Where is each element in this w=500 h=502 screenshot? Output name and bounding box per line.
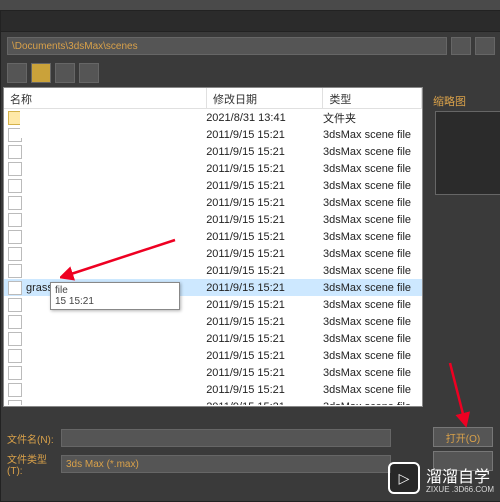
- file-date: 2011/9/15 15:21: [206, 299, 323, 311]
- file-date: 2011/9/15 15:21: [206, 401, 323, 406]
- path-go-button[interactable]: [475, 37, 495, 55]
- column-header-type[interactable]: 类型: [323, 88, 422, 108]
- file-type: 3dsMax scene file: [323, 180, 422, 192]
- file-type: 3dsMax scene file: [323, 367, 422, 379]
- file-type: 3dsMax scene file: [323, 248, 422, 260]
- file-date: 2011/9/15 15:21: [206, 248, 323, 260]
- file-icon: [8, 332, 22, 346]
- file-icon: [8, 400, 22, 406]
- file-date: 2011/9/15 15:21: [206, 214, 323, 226]
- file-date: 2011/9/15 15:21: [206, 146, 323, 158]
- file-type: 3dsMax scene file: [323, 146, 422, 158]
- file-icon: [8, 213, 22, 227]
- file-type: 3dsMax scene file: [323, 197, 422, 209]
- file-date: 2021/8/31 13:41: [206, 112, 323, 124]
- thumbnail-box: [435, 111, 500, 195]
- file-date: 2011/9/15 15:21: [206, 350, 323, 362]
- file-date: 2011/9/15 15:21: [206, 163, 323, 175]
- column-header-name[interactable]: 名称: [4, 88, 207, 108]
- file-date: 2011/9/15 15:21: [206, 316, 323, 328]
- watermark-url: ZIXUE .3D66.COM: [426, 485, 494, 494]
- file-date: 2011/9/15 15:21: [206, 197, 323, 209]
- watermark: ▷ 溜溜自学 ZIXUE .3D66.COM: [388, 462, 494, 494]
- file-icon: [8, 383, 22, 397]
- file-icon: [8, 162, 22, 176]
- file-type: 3dsMax scene file: [323, 401, 422, 406]
- file-icon: [8, 349, 22, 363]
- filename-input[interactable]: [61, 429, 391, 447]
- file-icon: [8, 145, 22, 159]
- file-type: 3dsMax scene file: [323, 316, 422, 328]
- file-date: 2011/9/15 15:21: [206, 231, 323, 243]
- title-bar: [1, 11, 500, 32]
- annotation-arrow: [440, 358, 480, 428]
- file-date: 2011/9/15 15:21: [206, 282, 323, 294]
- file-type: 3dsMax scene file: [323, 231, 422, 243]
- file-icon: [8, 264, 22, 278]
- tooltip-line: 15 15:21: [55, 296, 175, 307]
- watermark-brand: 溜溜自学: [426, 463, 494, 487]
- file-icon: [8, 196, 22, 210]
- file-date: 2011/9/15 15:21: [206, 180, 323, 192]
- file-type: 3dsMax scene file: [323, 214, 422, 226]
- folder-up-icon[interactable]: [31, 63, 51, 83]
- column-header-date[interactable]: 修改日期: [207, 88, 323, 108]
- file-type: 3dsMax scene file: [323, 333, 422, 345]
- file-tooltip: file 15 15:21: [50, 282, 180, 310]
- file-type: 文件夹: [323, 110, 422, 126]
- file-type: 3dsMax scene file: [323, 299, 422, 311]
- play-icon: ▷: [388, 462, 420, 494]
- file-icon: [8, 179, 22, 193]
- path-dropdown-button[interactable]: [451, 37, 471, 55]
- file-icon: [8, 230, 22, 244]
- file-date: 2011/9/15 15:21: [206, 129, 323, 141]
- file-type: 3dsMax scene file: [323, 384, 422, 396]
- filetype-select[interactable]: [61, 455, 391, 473]
- file-icon: [8, 298, 22, 312]
- tooltip-line: file: [55, 285, 175, 296]
- file-type: 3dsMax scene file: [323, 163, 422, 175]
- file-icon: [8, 315, 22, 329]
- file-list-header: 名称 修改日期 类型: [4, 88, 422, 109]
- filetype-label: 文件类型(T):: [7, 451, 55, 477]
- history-button[interactable]: [55, 63, 75, 83]
- nav-back-button[interactable]: [7, 63, 27, 83]
- file-type: 3dsMax scene file: [323, 282, 422, 294]
- thumbnail-label: 缩略图: [433, 93, 466, 109]
- path-bar: [1, 32, 500, 60]
- file-icon: [8, 366, 22, 380]
- filename-label: 文件名(N):: [7, 431, 55, 446]
- file-type: 3dsMax scene file: [323, 129, 422, 141]
- view-options-button[interactable]: [79, 63, 99, 83]
- redaction-overlay: [26, 296, 130, 406]
- file-type: 3dsMax scene file: [323, 265, 422, 277]
- redaction-overlay: [20, 110, 130, 138]
- file-icon: [8, 281, 22, 295]
- file-date: 2011/9/15 15:21: [206, 367, 323, 379]
- annotation-arrow: [60, 235, 180, 285]
- file-icon: [8, 247, 22, 261]
- file-date: 2011/9/15 15:21: [206, 265, 323, 277]
- toolbar: [1, 60, 500, 86]
- open-button[interactable]: 打开(O): [433, 427, 493, 447]
- file-date: 2011/9/15 15:21: [206, 333, 323, 345]
- file-type: 3dsMax scene file: [323, 350, 422, 362]
- path-input[interactable]: [7, 37, 447, 55]
- file-date: 2011/9/15 15:21: [206, 384, 323, 396]
